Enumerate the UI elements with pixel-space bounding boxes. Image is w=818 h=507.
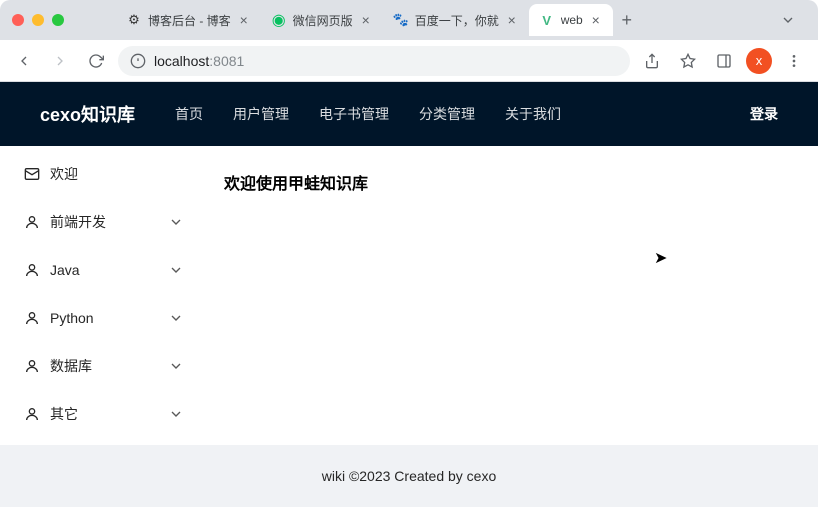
tab-overflow-button[interactable] — [774, 6, 802, 34]
user-icon — [24, 358, 40, 374]
window-controls — [12, 14, 64, 26]
sidebar-item-other[interactable]: 其它 — [0, 390, 200, 438]
close-icon[interactable]: × — [589, 13, 603, 27]
bookmark-button[interactable] — [674, 47, 702, 75]
sidebar-item-label: Python — [50, 310, 94, 326]
minimize-window-button[interactable] — [32, 14, 44, 26]
new-tab-button[interactable]: + — [613, 6, 641, 34]
sidebar-item-label: 前端开发 — [50, 212, 106, 232]
nav-categories[interactable]: 分类管理 — [419, 104, 475, 124]
sidebar-item-label: Java — [50, 262, 80, 278]
main-panel: 欢迎使用甲蛙知识库 — [200, 146, 818, 445]
close-window-button[interactable] — [12, 14, 24, 26]
sidebar-item-label: 其它 — [50, 404, 78, 424]
app-footer: wiki ©2023 Created by cexo — [0, 445, 818, 507]
chevron-down-icon — [168, 358, 184, 374]
profile-avatar[interactable]: x — [746, 48, 772, 74]
mail-icon — [24, 166, 40, 182]
reload-button[interactable] — [82, 47, 110, 75]
url-text: localhost:8081 — [154, 53, 244, 69]
browser-menu-button[interactable] — [780, 47, 808, 75]
nav-ebooks[interactable]: 电子书管理 — [319, 104, 389, 124]
browser-titlebar: ⚙ 博客后台 - 博客 × ◉ 微信网页版 × 🐾 百度一下，你就 × V we… — [0, 0, 818, 40]
tab-title: 博客后台 - 博客 — [148, 12, 231, 29]
close-icon[interactable]: × — [505, 13, 519, 27]
app-header: cexo知识库 首页 用户管理 电子书管理 分类管理 关于我们 登录 — [0, 82, 818, 146]
browser-tabs: ⚙ 博客后台 - 博客 × ◉ 微信网页版 × 🐾 百度一下，你就 × V we… — [116, 0, 806, 40]
browser-tab-1[interactable]: ◉ 微信网页版 × — [261, 4, 383, 36]
welcome-heading: 欢迎使用甲蛙知识库 — [224, 170, 794, 194]
content-area: 欢迎 前端开发 Java Python 数据库 其它 欢迎使用甲蛙知识 — [0, 146, 818, 445]
browser-tab-0[interactable]: ⚙ 博客后台 - 博客 × — [116, 4, 261, 36]
nav-about[interactable]: 关于我们 — [505, 104, 561, 124]
forward-button[interactable] — [46, 47, 74, 75]
chevron-down-icon — [168, 214, 184, 230]
favicon-icon: ⚙ — [126, 12, 142, 28]
chevron-down-icon — [168, 310, 184, 326]
browser-tab-2[interactable]: 🐾 百度一下，你就 × — [383, 4, 529, 36]
favicon-icon: ◉ — [271, 12, 287, 28]
sidebar-item-welcome[interactable]: 欢迎 — [0, 150, 200, 198]
sidebar-item-database[interactable]: 数据库 — [0, 342, 200, 390]
site-info-icon — [130, 53, 146, 69]
close-icon[interactable]: × — [237, 13, 251, 27]
tab-title: web — [561, 13, 583, 27]
sidebar-item-label: 欢迎 — [50, 164, 78, 184]
user-icon — [24, 406, 40, 422]
user-icon — [24, 310, 40, 326]
main-nav: 首页 用户管理 电子书管理 分类管理 关于我们 — [175, 104, 561, 124]
chevron-down-icon — [168, 406, 184, 422]
sidebar-item-java[interactable]: Java — [0, 246, 200, 294]
footer-text: wiki ©2023 Created by cexo — [322, 468, 497, 484]
sidepanel-button[interactable] — [710, 47, 738, 75]
toolbar-actions: x — [638, 47, 808, 75]
address-bar[interactable]: localhost:8081 — [118, 46, 630, 76]
favicon-icon: 🐾 — [393, 12, 409, 28]
browser-tab-3[interactable]: V web × — [529, 4, 613, 36]
sidebar-item-python[interactable]: Python — [0, 294, 200, 342]
user-icon — [24, 262, 40, 278]
app-logo[interactable]: cexo知识库 — [40, 101, 135, 127]
nav-home[interactable]: 首页 — [175, 104, 203, 124]
browser-toolbar: localhost:8081 x — [0, 40, 818, 82]
sidebar-item-label: 数据库 — [50, 356, 92, 376]
login-link[interactable]: 登录 — [750, 104, 778, 124]
sidebar: 欢迎 前端开发 Java Python 数据库 其它 — [0, 146, 200, 445]
chevron-down-icon — [168, 262, 184, 278]
share-button[interactable] — [638, 47, 666, 75]
nav-users[interactable]: 用户管理 — [233, 104, 289, 124]
user-icon — [24, 214, 40, 230]
sidebar-item-frontend[interactable]: 前端开发 — [0, 198, 200, 246]
close-icon[interactable]: × — [359, 13, 373, 27]
tab-title: 微信网页版 — [293, 12, 353, 29]
tab-title: 百度一下，你就 — [415, 12, 499, 29]
back-button[interactable] — [10, 47, 38, 75]
vue-favicon-icon: V — [539, 12, 555, 28]
maximize-window-button[interactable] — [52, 14, 64, 26]
